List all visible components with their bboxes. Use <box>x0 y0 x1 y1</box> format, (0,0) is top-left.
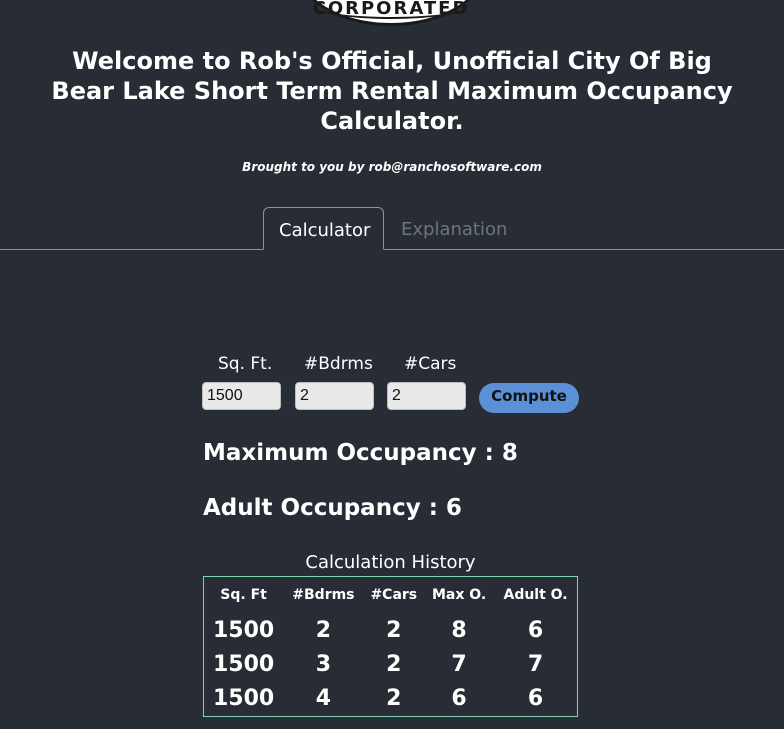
col-adult-occupancy: Adult O. <box>503 587 568 603</box>
cell-bedrooms: 2 <box>315 617 332 643</box>
table-row: 1500 2 2 8 6 <box>204 613 577 647</box>
page-title: Welcome to Rob's Official, Unofficial Ci… <box>51 47 733 135</box>
cell-sqft: 1500 <box>212 617 275 643</box>
adult-occupancy-result: Adult Occupancy : 6 <box>203 495 462 521</box>
col-sqft: Sq. Ft <box>220 587 267 603</box>
bedrooms-label: #Bdrms <box>304 354 373 374</box>
table-row: 1500 4 2 6 6 <box>204 682 577 716</box>
max-occupancy-result: Maximum Occupancy : 8 <box>203 440 518 466</box>
cell-cars: 2 <box>386 651 402 677</box>
cell-sqft: 1500 <box>212 651 275 677</box>
seal-text: CORPORATED <box>312 0 470 19</box>
sqft-input[interactable] <box>202 382 281 410</box>
col-bedrooms: #Bdrms <box>292 587 355 603</box>
cars-label: #Cars <box>404 354 457 374</box>
cell-bedrooms: 4 <box>315 686 332 712</box>
history-header-row: Sq. Ft #Bdrms #Cars Max O. Adult O. <box>204 577 577 613</box>
tab-calculator[interactable]: Calculator <box>263 207 384 250</box>
cell-adult-occupancy: 6 <box>527 686 544 712</box>
cell-bedrooms: 3 <box>315 651 332 677</box>
city-seal-logo: CORPORATED <box>296 0 486 26</box>
cell-max-occupancy: 8 <box>451 617 467 643</box>
table-row: 1500 3 2 7 7 <box>204 647 577 681</box>
cell-adult-occupancy: 7 <box>527 651 544 677</box>
cars-input[interactable] <box>387 382 466 410</box>
cell-cars: 2 <box>386 617 402 643</box>
cell-max-occupancy: 6 <box>451 686 467 712</box>
history-table: Sq. Ft #Bdrms #Cars Max O. Adult O. 1500… <box>203 576 578 717</box>
cell-max-occupancy: 7 <box>451 651 467 677</box>
sqft-label: Sq. Ft. <box>218 354 273 374</box>
col-max-occupancy: Max O. <box>431 587 487 603</box>
bedrooms-input[interactable] <box>295 382 374 410</box>
cell-cars: 2 <box>386 686 402 712</box>
compute-button[interactable]: Compute <box>479 383 579 413</box>
byline: Brought to you by rob@ranchosoftware.com <box>242 160 542 174</box>
cell-adult-occupancy: 6 <box>527 617 544 643</box>
col-cars: #Cars <box>370 587 418 603</box>
history-title: Calculation History <box>305 552 476 573</box>
cell-sqft: 1500 <box>212 686 275 712</box>
tab-explanation[interactable]: Explanation <box>386 207 522 250</box>
